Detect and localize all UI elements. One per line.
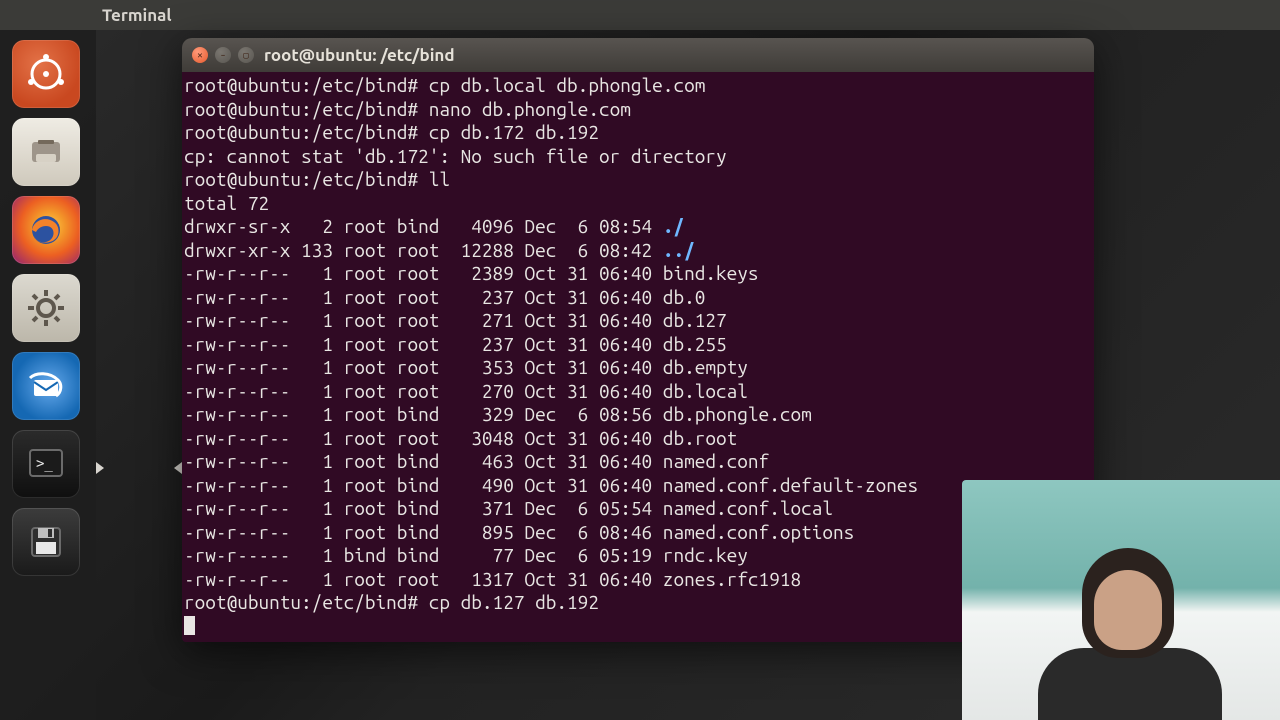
launcher-firefox-icon[interactable]: [12, 196, 80, 264]
launcher-files-icon[interactable]: [12, 118, 80, 186]
close-icon[interactable]: ✕: [192, 47, 208, 63]
titlebar[interactable]: ✕ – ▢ root@ubuntu: /etc/bind: [182, 38, 1094, 72]
svg-text:>_: >_: [36, 456, 53, 472]
launcher-backup-icon[interactable]: [12, 508, 80, 576]
launcher-settings-icon[interactable]: [12, 274, 80, 342]
terminal-window: ✕ – ▢ root@ubuntu: /etc/bind root@ubuntu…: [182, 38, 1094, 642]
minimize-icon[interactable]: –: [215, 47, 231, 63]
menubar: Terminal: [0, 0, 1280, 30]
window-title: root@ubuntu: /etc/bind: [264, 46, 455, 65]
launcher-terminal-icon[interactable]: >_: [12, 430, 80, 498]
launcher-dash-icon[interactable]: [12, 40, 80, 108]
launcher-thunderbird-icon[interactable]: [12, 352, 80, 420]
maximize-icon[interactable]: ▢: [238, 47, 254, 63]
launcher: >_: [0, 30, 96, 720]
menubar-app-title: Terminal: [102, 6, 172, 25]
terminal-body[interactable]: root@ubuntu:/etc/bind# cp db.local db.ph…: [182, 72, 1094, 642]
webcam-overlay: [962, 480, 1280, 720]
